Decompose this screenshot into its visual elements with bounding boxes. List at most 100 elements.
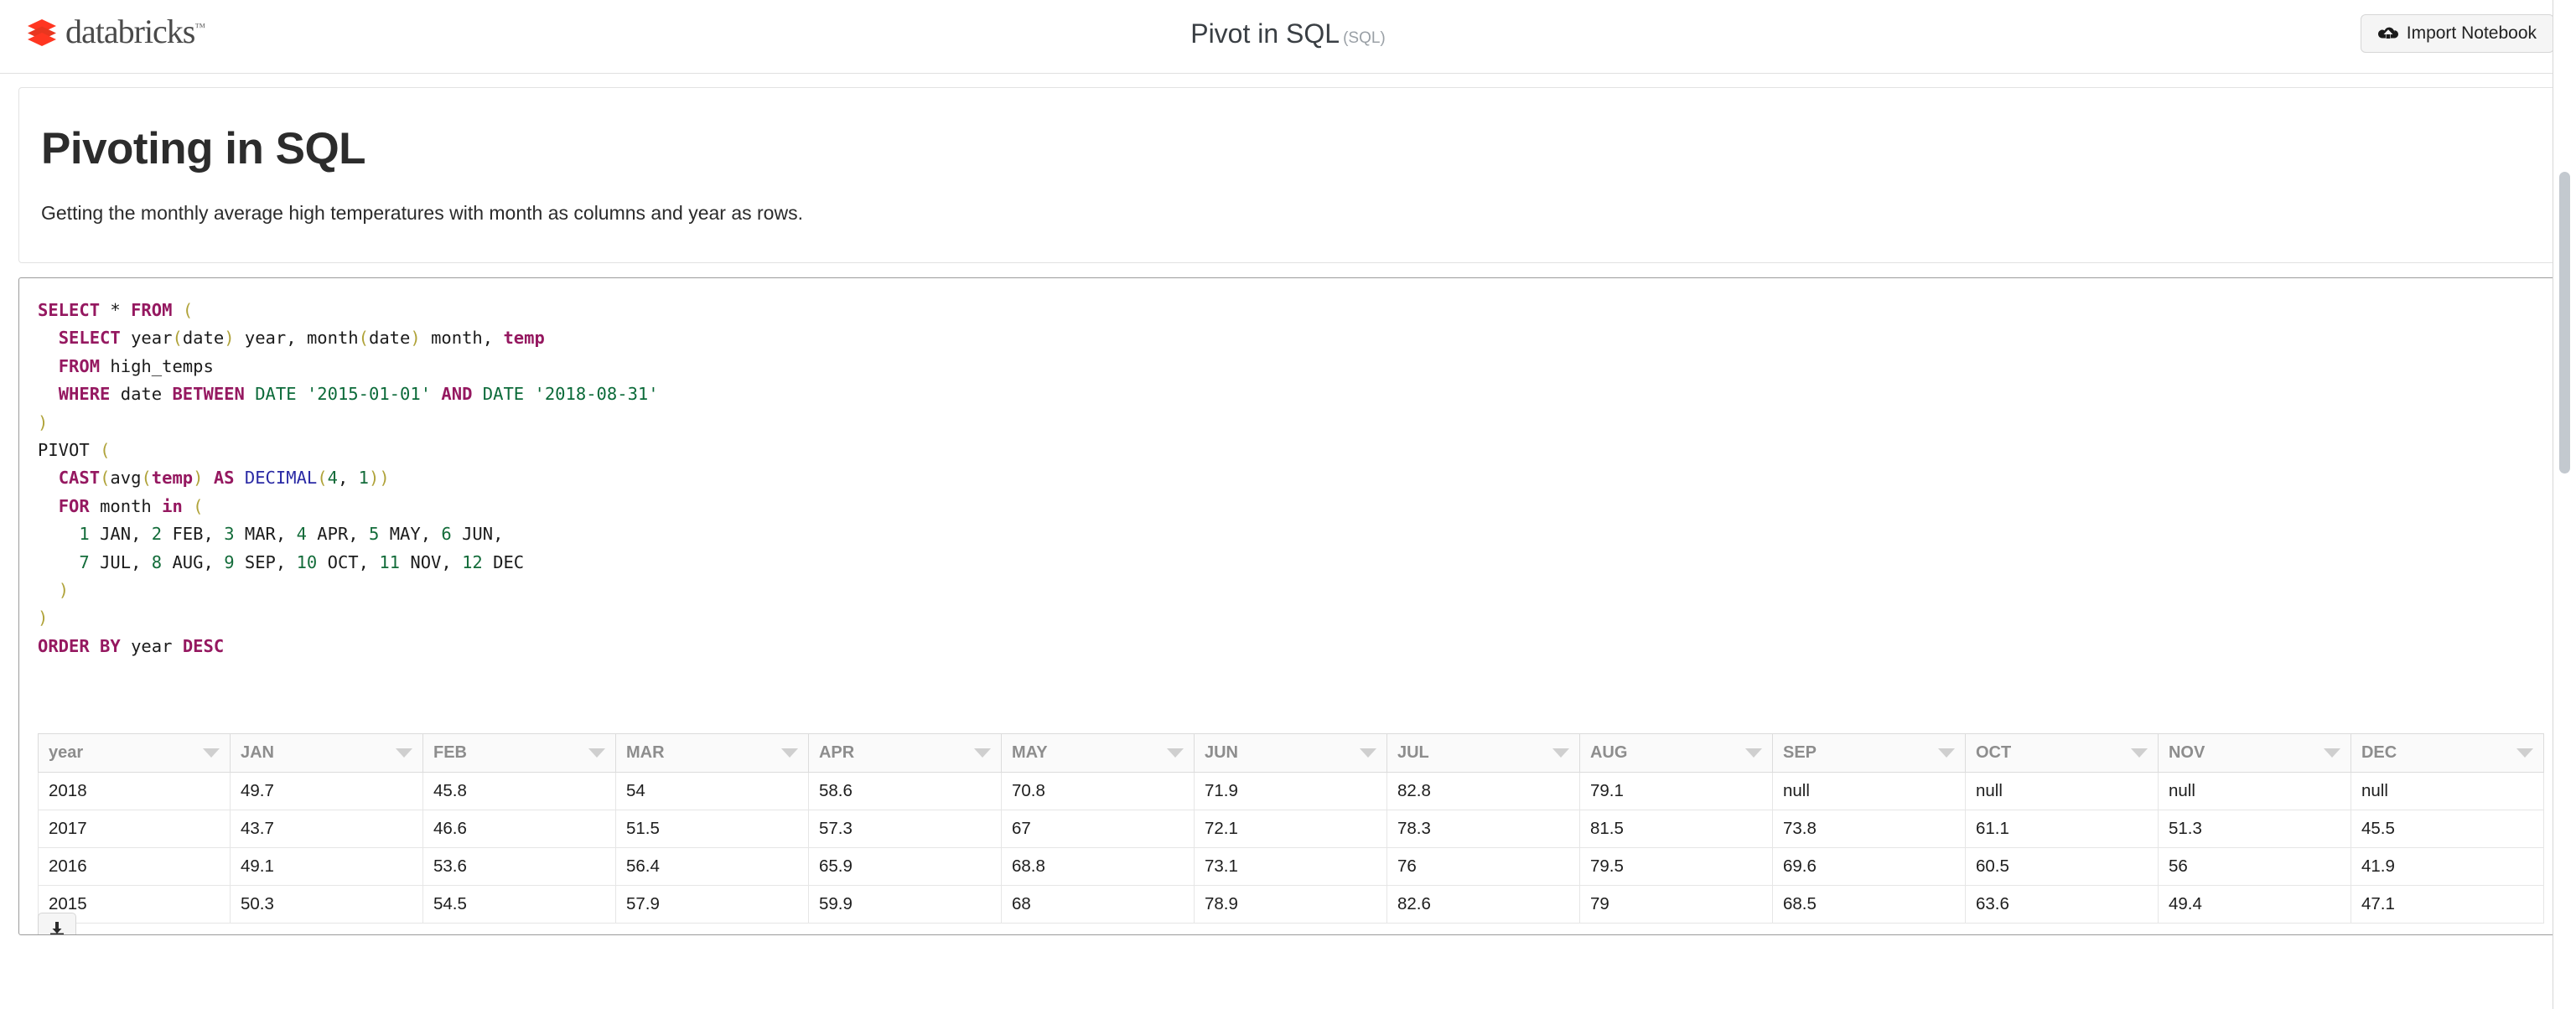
sql-code-block[interactable]: SELECT * FROM ( SELECT year(date) year, … [38,297,2557,660]
column-filter-caret-icon[interactable] [1552,748,1569,758]
column-header-apr[interactable]: APR [807,733,1002,773]
results-header-row: year JAN FEB MAR APR MAY JUN JUL AUG SEP OCT NOV DEC [38,733,2545,773]
cell-jan: 49.7 [229,772,423,810]
table-row[interactable]: 2018 49.7 45.8 54 58.6 70.8 71.9 82.8 79.1 null nu… [38,772,2545,810]
column-header-label: FEB [433,743,467,762]
cell-year: 2016 [38,847,231,886]
column-filter-caret-icon[interactable] [1744,748,1762,758]
column-header-label: SEP [1782,743,1817,762]
cell-jan: 43.7 [229,810,423,848]
download-results-button[interactable] [38,913,76,934]
cell-may: 68 [1000,885,1195,924]
column-filter-caret-icon[interactable] [2323,748,2340,758]
cell-oct: 60.5 [1964,847,2159,886]
cell-dec: null [2350,772,2545,810]
cell-jun: 72.1 [1193,810,1387,848]
column-header-aug[interactable]: AUG [1578,733,1773,773]
cell-jun: 78.9 [1193,885,1387,924]
column-header-sep[interactable]: SEP [1771,733,1966,773]
column-header-label: MAY [1011,743,1048,762]
cell-mar: 57.9 [614,885,809,924]
column-header-mar[interactable]: MAR [614,733,809,773]
cell-sep: 73.8 [1771,810,1966,848]
cell-may: 67 [1000,810,1195,848]
page-subtitle: Getting the monthly average high tempera… [41,202,803,225]
cell-aug: 79.1 [1578,772,1773,810]
cell-jul: 76 [1386,847,1580,886]
table-row[interactable]: 2016 49.1 53.6 56.4 65.9 68.8 73.1 76 79.5 69.6 60… [38,847,2545,886]
column-filter-caret-icon[interactable] [1937,748,1955,758]
column-filter-caret-icon[interactable] [2130,748,2148,758]
download-icon [50,922,64,934]
notebook-title: Pivot in SQL (SQL) [0,18,2576,49]
cell-jul: 78.3 [1386,810,1580,848]
cell-oct: 61.1 [1964,810,2159,848]
cell-mar: 56.4 [614,847,809,886]
cell-aug: 79.5 [1578,847,1773,886]
page-scrollbar-track[interactable] [2553,0,2576,1009]
column-header-feb[interactable]: FEB [422,733,616,773]
column-header-label: NOV [2168,743,2205,762]
column-filter-caret-icon[interactable] [2516,748,2533,758]
column-filter-caret-icon[interactable] [1166,748,1184,758]
column-header-label: AUG [1589,743,1628,762]
cell-jan: 50.3 [229,885,423,924]
table-row[interactable]: 2015 50.3 54.5 57.9 59.9 68 78.9 82.6 79 68.5 63.6… [38,885,2545,924]
page-title: Pivoting in SQL [41,124,366,173]
column-filter-caret-icon[interactable] [395,748,412,758]
cell-dec: 45.5 [2350,810,2545,848]
column-header-label: APR [818,743,855,762]
import-notebook-label: Import Notebook [2406,23,2537,43]
results-table: year JAN FEB MAR APR MAY JUN JUL AUG SEP OCT NOV DEC… [38,733,2545,924]
import-notebook-button[interactable]: Import Notebook [2360,14,2554,53]
notebook-language: (SQL) [1343,29,1386,47]
cell-nov: 51.3 [2157,810,2351,848]
column-header-jan[interactable]: JAN [229,733,423,773]
cell-sep: null [1771,772,1966,810]
cell-oct: null [1964,772,2159,810]
cell-sep: 69.6 [1771,847,1966,886]
cell-jul: 82.8 [1386,772,1580,810]
page-scrollbar-thumb[interactable] [2559,172,2570,473]
column-header-dec[interactable]: DEC [2350,733,2545,773]
cell-jul: 82.6 [1386,885,1580,924]
cell-aug: 81.5 [1578,810,1773,848]
cell-feb: 46.6 [422,810,616,848]
column-header-label: OCT [1975,743,2012,762]
cell-sep: 68.5 [1771,885,1966,924]
cell-dec: 41.9 [2350,847,2545,886]
cell-nov: null [2157,772,2351,810]
column-filter-caret-icon[interactable] [780,748,798,758]
column-filter-caret-icon[interactable] [588,748,605,758]
column-header-nov[interactable]: NOV [2157,733,2351,773]
column-filter-caret-icon[interactable] [1359,748,1376,758]
cell-apr: 59.9 [807,885,1002,924]
cloud-upload-icon [2377,27,2398,39]
notebook-title-text: Pivot in SQL [1190,18,1340,49]
cell-year: 2017 [38,810,231,848]
column-header-year[interactable]: year [38,733,231,773]
column-header-label: MAR [625,743,665,762]
cell-mar: 51.5 [614,810,809,848]
column-header-label: year [49,743,84,762]
column-header-jun[interactable]: JUN [1193,733,1387,773]
column-header-label: DEC [2361,743,2397,762]
column-header-label: JUL [1397,743,1429,762]
cell-apr: 57.3 [807,810,1002,848]
column-header-oct[interactable]: OCT [1964,733,2159,773]
column-filter-caret-icon[interactable] [202,748,220,758]
cell-aug: 79 [1578,885,1773,924]
table-row[interactable]: 2017 43.7 46.6 51.5 57.3 67 72.1 78.3 81.5 73.8 61… [38,810,2545,848]
cell-apr: 65.9 [807,847,1002,886]
column-header-label: JAN [240,743,274,762]
column-filter-caret-icon[interactable] [973,748,991,758]
column-header-may[interactable]: MAY [1000,733,1195,773]
cell-mar: 54 [614,772,809,810]
markdown-cell: Pivoting in SQL Getting the monthly aver… [18,87,2558,263]
column-header-jul[interactable]: JUL [1386,733,1580,773]
cell-feb: 45.8 [422,772,616,810]
cell-year: 2018 [38,772,231,810]
cell-may: 70.8 [1000,772,1195,810]
cell-nov: 56 [2157,847,2351,886]
column-header-label: JUN [1204,743,1238,762]
